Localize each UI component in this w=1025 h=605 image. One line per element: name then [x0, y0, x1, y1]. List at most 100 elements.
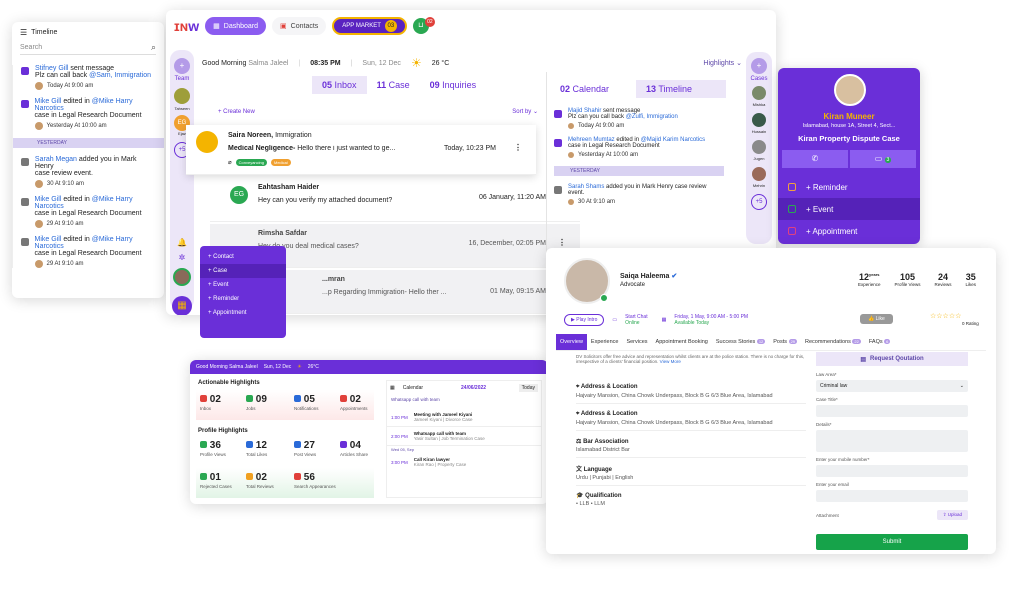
menu-item-reminder[interactable]: + Reminder [200, 292, 286, 306]
today-button[interactable]: Today [518, 384, 538, 392]
timeline-item[interactable]: Stifney Gill sent message Plz can call b… [13, 65, 164, 90]
tab-posts[interactable]: Posts 29 [769, 334, 801, 350]
timeline-item[interactable]: Majid Shahir sent message Plz can you ca… [554, 108, 724, 129]
email-input[interactable] [816, 490, 968, 502]
timeline-item[interactable]: Mike Gill edited in @Mike Harry Narcotic… [13, 196, 164, 228]
more-options-icon[interactable]: ⋮ [558, 238, 566, 247]
avatar[interactable] [752, 86, 766, 100]
chat-button[interactable]: ▭ 3 [850, 150, 916, 168]
highlights-toggle[interactable]: Highlights ⌄ [703, 59, 742, 67]
tab-timeline[interactable]: 13 Timeline [636, 80, 726, 98]
sort-by-dropdown[interactable]: Sort by ⌄ [512, 108, 538, 115]
avatar [35, 82, 43, 90]
search-icon[interactable]: ⌕ [151, 42, 156, 53]
create-new-button[interactable]: + Create New [218, 109, 255, 115]
document-icon [21, 100, 29, 108]
tab-services[interactable]: Services [622, 334, 651, 350]
view-more-link[interactable]: View More [660, 359, 681, 364]
avatar [34, 180, 43, 188]
apps-grid-button[interactable]: ▦ [172, 296, 192, 315]
bell-icon [788, 183, 796, 191]
rating-stars[interactable]: ☆☆☆☆☆ [930, 312, 961, 320]
menu-item-contact[interactable]: + Contact [200, 250, 286, 264]
highlight-notifications[interactable]: 05 Notifications [294, 394, 330, 411]
more-cases-button[interactable]: +5 [751, 194, 767, 210]
timeline-item[interactable]: Mehreen Mumtaz edited in @Majid Karim Na… [554, 137, 724, 158]
submit-button[interactable]: Submit [816, 534, 968, 550]
section-bar: ⚖ Bar Association Islamabad District Bar [576, 438, 806, 458]
gear-icon[interactable]: ✲ [170, 253, 194, 262]
tab-appointment[interactable]: Appointment Booking [652, 334, 712, 350]
add-appointment-button[interactable]: + Appointment [778, 220, 920, 242]
highlight-articles[interactable]: 04 Articles Share [340, 440, 376, 457]
menu-item-appointment[interactable]: + Appointment [200, 306, 286, 320]
start-chat-button[interactable]: Start Chat Online [625, 314, 648, 326]
upload-button[interactable]: ⇪ Upload [936, 510, 968, 520]
case-title-input[interactable] [816, 405, 968, 417]
highlight-jobs[interactable]: 09 Jobs [246, 394, 282, 411]
tab-inquiries[interactable]: 09 Inquiries [420, 76, 487, 94]
details-input[interactable] [816, 430, 968, 452]
bar-icon: ⚖ [576, 439, 582, 445]
event-icon [788, 205, 796, 213]
highlight-inbox[interactable]: 02 Inbox [200, 394, 236, 411]
highlight-reviews[interactable]: 02 Total Reviews [246, 472, 282, 489]
timeline-search-input[interactable]: Search [20, 44, 42, 51]
avatar[interactable] [752, 140, 766, 154]
right-tabs: 02 Calendar 13 Timeline [550, 80, 726, 98]
tab-recommendations[interactable]: Recommendations 22 [801, 334, 865, 350]
tab-case[interactable]: 11 Case [367, 76, 420, 94]
menu-item-case[interactable]: + Case [200, 264, 286, 278]
tab-overview[interactable]: Overview [556, 334, 587, 350]
tab-success-stories[interactable]: Success Stories 12 [712, 334, 769, 350]
add-event-button[interactable]: + Event [778, 198, 920, 220]
timeline-item[interactable]: Sarah Shams added you in Mark Henry case… [554, 184, 724, 205]
contacts-button[interactable]: ▣ Contacts [272, 17, 327, 35]
app-market-button[interactable]: APP MARKET 03 [332, 17, 407, 35]
more-options-icon[interactable]: ⋮ [514, 143, 522, 152]
highlight-rejected[interactable]: 01 Rejected Cases [200, 472, 236, 489]
highlight-likes[interactable]: 12 Total Likes [246, 440, 282, 457]
avatar[interactable] [752, 167, 766, 181]
avatar [834, 74, 866, 106]
cases-sidebar: + Cases Mishka Hussain Jugen Mehrin +5 [746, 52, 772, 244]
message-row[interactable]: EG Eahtasham Haider Hey can you verify m… [210, 180, 580, 222]
law-area-select[interactable]: Criminal law ⌄ [816, 380, 968, 392]
calendar-event[interactable]: 3:00 PM Call Kiran lawyer Kiran Rao | Pro… [387, 453, 541, 471]
dashboard-button[interactable]: ▦ Dashboard [205, 17, 267, 35]
dashboard-icon: ▦ [213, 23, 220, 30]
timeline-title: Timeline [31, 29, 58, 36]
user-avatar[interactable] [173, 268, 191, 286]
add-reminder-button[interactable]: + Reminder [778, 176, 920, 198]
app-market-count: 03 [384, 20, 397, 32]
tab-inbox[interactable]: 05 Inbox [312, 76, 367, 94]
highlight-appointments[interactable]: 02 Appointments [340, 394, 376, 411]
add-case-button[interactable]: + [751, 58, 767, 74]
play-intro-button[interactable]: ▶ Play Intro [564, 314, 605, 326]
timeline-item[interactable]: Sarah Megan added you in Mark Henry case… [13, 156, 164, 188]
tab-faqs[interactable]: FAQs 6 [865, 334, 895, 350]
avatar [34, 122, 43, 130]
location-icon: ⌖ [576, 411, 580, 417]
menu-item-event[interactable]: + Event [200, 278, 286, 292]
call-button[interactable]: ✆ [782, 150, 848, 168]
highlight-post-views[interactable]: 27 Post Views [294, 440, 330, 457]
highlight-profile-views[interactable]: 36 Profile Views [200, 440, 236, 457]
tab-calendar[interactable]: 02 Calendar [550, 80, 636, 98]
bell-icon[interactable]: 🔔 [170, 238, 194, 247]
avatar[interactable] [174, 88, 190, 104]
add-team-button[interactable]: + [174, 58, 190, 74]
weather-icon: ☀ [297, 364, 302, 370]
avatar[interactable] [752, 113, 766, 127]
calendar-event[interactable]: 2:00 PM Whatsapp call with team Yasir Sul… [387, 427, 541, 446]
avatar: EG [230, 186, 248, 204]
highlight-search[interactable]: 56 Search Appearances [294, 472, 354, 489]
timeline-item[interactable]: Mike Gill edited in @Mike Harry Narcotic… [13, 236, 164, 268]
like-button[interactable]: 👍 Like [860, 314, 893, 324]
message-row[interactable]: Saira Noreen, Immigration Medical Neglig… [186, 125, 536, 175]
calendar-event[interactable]: 1:00 PM Meeting with Jameel Kiyani Jameel… [387, 408, 541, 427]
timeline-item[interactable]: Mike Gill edited in @Mike Harry Narcotic… [13, 98, 164, 130]
tab-experience[interactable]: Experience [587, 334, 623, 350]
mobile-input[interactable] [816, 465, 968, 477]
right-timeline: Majid Shahir sent message Plz can you ca… [554, 108, 724, 213]
